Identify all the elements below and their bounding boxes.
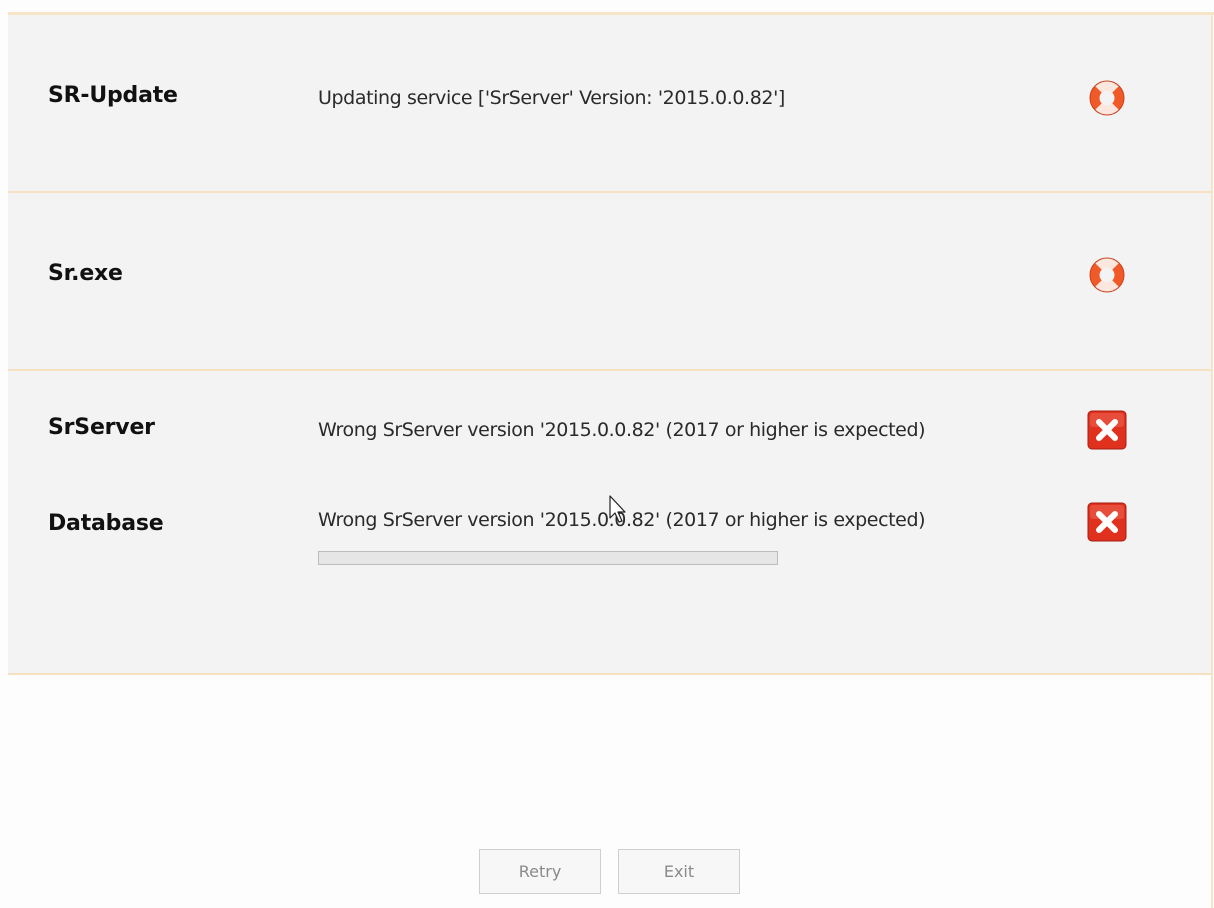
status-panel-sr-exe: Sr.exe — [8, 193, 1211, 371]
error-icon — [1087, 410, 1127, 450]
mouse-cursor-icon — [609, 495, 626, 523]
exit-button[interactable]: Exit — [618, 849, 740, 894]
database-progress-bar — [318, 551, 778, 565]
row-message-sr-update: Updating service ['SrServer' Version: '2… — [318, 87, 785, 109]
row-title-database: Database — [48, 511, 164, 536]
window-right-border — [1211, 12, 1213, 908]
error-icon — [1087, 502, 1127, 542]
status-panel-sr-update: SR-Update Updating service ['SrServer' V… — [8, 15, 1211, 193]
row-title-sr-update: SR-Update — [48, 83, 178, 108]
retry-button[interactable]: Retry — [479, 849, 601, 894]
row-message-srserver: Wrong SrServer version '2015.0.0.82' (20… — [318, 419, 926, 441]
installer-window: SR-Update Updating service ['SrServer' V… — [0, 0, 1214, 908]
row-title-sr-exe: Sr.exe — [48, 261, 123, 286]
lifebuoy-icon — [1089, 80, 1125, 116]
lifebuoy-icon — [1089, 257, 1125, 293]
row-title-srserver: SrServer — [48, 415, 155, 440]
